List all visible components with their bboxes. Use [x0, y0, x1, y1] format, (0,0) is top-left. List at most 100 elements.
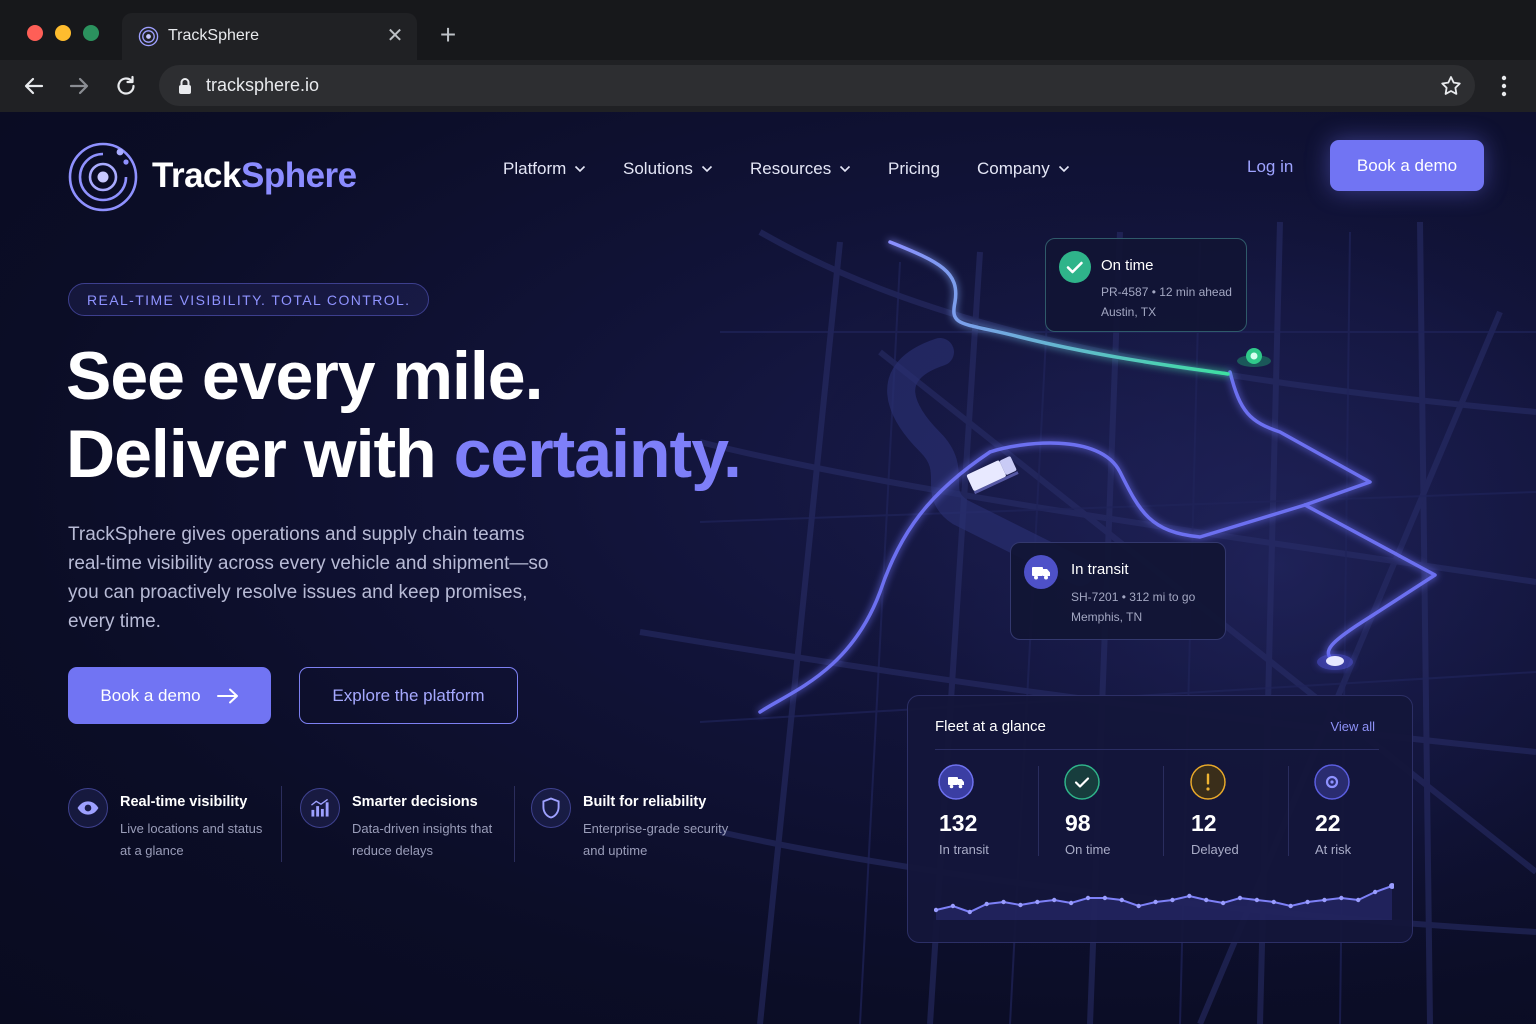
stat-at-risk[interactable]: 22 At risk	[1311, 762, 1421, 862]
sparkline-point	[1220, 900, 1226, 906]
url-text: tracksphere.io	[206, 75, 320, 95]
sparkline-point	[1119, 897, 1124, 903]
nav-company-label: Company	[977, 159, 1050, 178]
sparkline-point	[1170, 897, 1175, 903]
card-shipment-details: PR-4587 • 12 min ahead Austin, TX	[1101, 282, 1232, 322]
book-demo-label: Book a demo	[100, 685, 201, 705]
stat-in-transit[interactable]: 132 In transit	[935, 762, 1045, 862]
nav-platform-label: Platform	[503, 159, 567, 178]
tab-close-icon[interactable]: ✕	[384, 24, 406, 48]
feature-title: Real-time visibility	[120, 794, 248, 810]
on-time-status-card[interactable]: On time PR-4587 • 12 min ahead Austin, T…	[1045, 238, 1247, 332]
chevron-down-icon	[840, 165, 851, 173]
feature-desc-line-2: and uptime	[583, 843, 648, 858]
sparkline-point	[1372, 889, 1378, 895]
view-all-link[interactable]: View all	[1330, 719, 1375, 734]
sparkline-point	[1271, 899, 1276, 905]
sparkline-point	[1356, 897, 1361, 903]
card-status-title: On time	[1101, 257, 1154, 274]
stat-value: 22	[1315, 810, 1341, 836]
feature-desc-line-1: Live locations and status	[120, 821, 263, 836]
truck-icon	[938, 764, 974, 800]
stat-value: 12	[1191, 810, 1217, 836]
address-bar[interactable]: tracksphere.io	[159, 65, 1475, 106]
hero-description: TrackSphere gives operations and supply …	[68, 524, 549, 632]
sparkline-point	[1035, 899, 1040, 905]
lock-icon	[179, 78, 191, 94]
feature-desc: Data-driven insights that reduce delays	[352, 818, 492, 862]
card-shipment-line: SH-7201 • 312 mi to go	[1071, 590, 1196, 604]
in-transit-status-card[interactable]: In transit SH-7201 • 312 mi to go Memphi…	[1010, 542, 1226, 640]
bookmark-star-icon[interactable]	[1439, 74, 1463, 98]
sparkline-point	[1254, 897, 1260, 903]
eye-icon	[68, 788, 108, 828]
tracksphere-logo-icon[interactable]	[68, 140, 140, 212]
fleet-panel-title: Fleet at a glance	[935, 718, 1046, 735]
feature-desc-line-1: Data-driven insights that	[352, 821, 493, 836]
feature-desc-line-2: reduce delays	[352, 843, 433, 858]
headline-accent-word: certainty.	[453, 416, 742, 492]
book-demo-header-button[interactable]: Book a demo	[1330, 140, 1484, 191]
fleet-panel-divider	[935, 749, 1379, 750]
nav-solutions[interactable]: Solutions	[623, 159, 713, 179]
fleet-trend-sparkline	[934, 883, 1394, 920]
forward-arrow-icon[interactable]	[65, 72, 93, 100]
nav-pricing[interactable]: Pricing	[888, 159, 940, 179]
back-arrow-icon[interactable]	[20, 72, 48, 100]
alert-icon	[1190, 764, 1226, 800]
headline-line-2-prefix: Deliver with	[66, 416, 454, 492]
stat-delayed[interactable]: 12 Delayed	[1187, 762, 1297, 862]
sparkline-point	[1001, 899, 1006, 905]
tab-title: TrackSphere	[168, 27, 259, 44]
stat-divider	[1038, 766, 1039, 856]
chevron-down-icon	[1058, 165, 1069, 173]
browser-chrome: TrackSphere ✕ + tracksphere.io	[0, 0, 1536, 112]
sparkline-point	[967, 909, 972, 915]
sparkline-point	[1018, 902, 1023, 908]
minimize-window-button[interactable]	[55, 25, 71, 41]
feature-desc: Enterprise-grade security and uptime	[583, 818, 728, 862]
feature-desc-line-2: at a glance	[120, 843, 184, 858]
feature-desc: Live locations and status at a glance	[120, 818, 262, 862]
card-shipment-line: PR-4587 • 12 min ahead	[1101, 285, 1232, 299]
sparkline-point	[1153, 899, 1158, 905]
sparkline-point	[984, 901, 989, 907]
browser-menu-icon[interactable]	[1492, 73, 1516, 99]
stat-label: On time	[1065, 842, 1111, 857]
landing-page: TrackSphere Platform Solutions Resources…	[0, 112, 1536, 1024]
stat-on-time[interactable]: 98 On time	[1061, 762, 1171, 862]
sparkline-point	[950, 903, 956, 909]
nav-company[interactable]: Company	[977, 159, 1070, 179]
book-demo-button[interactable]: Book a demo	[68, 667, 271, 724]
feature-divider	[514, 786, 515, 862]
sparkline-point	[1102, 895, 1108, 901]
feature-divider	[281, 786, 282, 862]
truck-icon	[1024, 555, 1058, 589]
feature-title: Smarter decisions	[352, 794, 478, 810]
login-link[interactable]: Log in	[1247, 157, 1293, 177]
sparkline-point	[1204, 897, 1209, 903]
card-location-line: Austin, TX	[1101, 305, 1157, 319]
explore-platform-button[interactable]: Explore the platform	[299, 667, 518, 724]
stat-label: Delayed	[1191, 842, 1239, 857]
close-window-button[interactable]	[27, 25, 43, 41]
maximize-window-button[interactable]	[83, 25, 99, 41]
sparkline-point	[1085, 895, 1091, 901]
card-location-line: Memphis, TN	[1071, 610, 1143, 624]
new-tab-icon[interactable]: +	[435, 20, 461, 50]
chevron-down-icon	[575, 165, 586, 173]
stat-label: In transit	[939, 842, 989, 857]
reload-icon[interactable]	[112, 72, 140, 100]
stat-value: 98	[1065, 810, 1091, 836]
stat-value: 132	[939, 810, 978, 836]
brand-wordmark[interactable]: TrackSphere	[152, 156, 357, 196]
nav-resources[interactable]: Resources	[750, 159, 851, 179]
nav-platform[interactable]: Platform	[503, 159, 586, 179]
browser-tab[interactable]: TrackSphere ✕	[122, 13, 417, 60]
target-icon	[1314, 764, 1350, 800]
fleet-at-a-glance-panel: Fleet at a glance View all 132 In transi…	[907, 695, 1413, 943]
sparkline-point	[1288, 903, 1293, 909]
tab-strip: TrackSphere ✕ +	[0, 0, 1536, 60]
stat-label: At risk	[1315, 842, 1352, 857]
check-icon	[1064, 764, 1100, 800]
